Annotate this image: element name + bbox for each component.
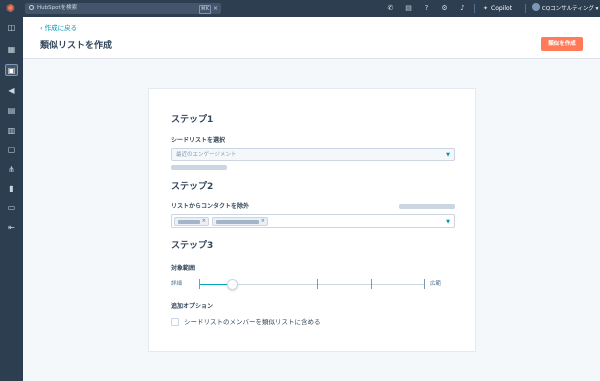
exclude-lists-label: リストからコンタクトを除外 <box>171 203 250 210</box>
seed-list-dropdown[interactable]: 最近のエンゲージメント ▼ <box>171 148 455 161</box>
top-navigation-bar: ✺ HubSpotを検索 ⌘K × ✆ ▤ ? ⚙ ♪ ✦ Copilot CQコ… <box>0 0 600 17</box>
remove-tag-icon[interactable]: × <box>261 218 265 225</box>
sales-icon[interactable]: ▥ <box>5 125 18 137</box>
settings-gear-icon[interactable]: ⚙ <box>440 4 449 13</box>
range-slider-tick <box>424 279 425 289</box>
tag-loading-placeholder <box>216 220 259 224</box>
remove-tag-icon[interactable]: × <box>202 218 206 225</box>
loading-placeholder <box>399 204 455 209</box>
caret-down-icon: ▼ <box>446 219 450 225</box>
avatar <box>532 3 540 11</box>
lookalike-form-card: ステップ1 シードリストを選択 最近のエンゲージメント ▼ ステップ2 リストか… <box>148 88 476 352</box>
back-link[interactable]: ‹ 作成に戻る <box>40 24 77 33</box>
copilot-sparkle-icon: ✦ <box>483 5 489 12</box>
range-min-label: 詳細 <box>171 281 183 287</box>
search-input[interactable]: HubSpotを検索 ⌘K × <box>25 3 221 14</box>
search-icon <box>29 5 34 10</box>
page-title: 類似リストを作成 <box>40 41 113 51</box>
range-slider-tick <box>317 279 318 289</box>
notifications-bell-icon[interactable]: ♪ <box>458 4 467 13</box>
step3-heading: ステップ3 <box>171 241 214 251</box>
hubspot-logo-icon[interactable]: ✺ <box>5 3 16 14</box>
seed-list-label: シードリストを選択 <box>171 137 226 144</box>
seed-list-value: 最近のエンゲージメント <box>176 152 237 158</box>
workspaces-grid-icon[interactable]: ▦ <box>5 44 18 56</box>
left-sidebar: ◫ ▦ ▣ ◀ ▤ ▥ ▢ ⋔ ▮ ▭ ⇤ <box>0 17 23 381</box>
page-header: ‹ 作成に戻る 類似リストを作成 類似を作成 <box>23 17 600 59</box>
toolbar-divider <box>525 4 526 13</box>
library-folder-icon[interactable]: ▭ <box>5 202 18 214</box>
exclude-lists-multiselect[interactable]: × × ▼ <box>171 214 455 228</box>
chevron-down-icon: ▾ <box>595 6 599 12</box>
range-label: 対象範囲 <box>171 265 196 272</box>
range-slider-tick <box>199 279 200 289</box>
content-icon[interactable]: ▤ <box>5 105 18 117</box>
step2-heading: ステップ2 <box>171 182 214 192</box>
account-name: CQコンサルティング <box>542 6 594 12</box>
service-icon[interactable]: ▢ <box>5 144 18 156</box>
collapse-sidebar-icon[interactable]: ⇤ <box>5 222 18 234</box>
bookmark-icon[interactable]: ◫ <box>5 22 18 34</box>
close-icon[interactable]: × <box>213 4 218 13</box>
include-seed-members-checkbox[interactable] <box>171 318 179 326</box>
copilot-label: Copilot <box>491 5 513 12</box>
back-link-label: 作成に戻る <box>44 24 78 32</box>
marketplace-icon[interactable]: ▤ <box>404 4 413 13</box>
tag-loading-placeholder <box>178 220 200 224</box>
range-max-label: 広範 <box>430 281 442 287</box>
range-slider-tick <box>371 279 372 289</box>
keyboard-shortcut-badge: ⌘K <box>198 5 211 14</box>
help-icon[interactable]: ? <box>422 4 431 13</box>
additional-options-label: 追加オプション <box>171 303 214 310</box>
selected-list-tag: × <box>212 217 268 226</box>
include-seed-members-label[interactable]: シードリストのメンバーを類似リストに含める <box>184 318 321 326</box>
copilot-button[interactable]: ✦ Copilot <box>483 3 512 14</box>
account-menu[interactable]: CQコンサルティング ▾ <box>532 3 598 15</box>
marketing-megaphone-icon[interactable]: ◀ <box>5 85 18 97</box>
range-slider-handle[interactable] <box>226 279 238 290</box>
search-placeholder: HubSpotを検索 <box>37 5 78 11</box>
toolbar-divider <box>474 4 475 13</box>
create-lookalike-button[interactable]: 類似を作成 <box>541 37 583 51</box>
crm-contacts-icon[interactable]: ▣ <box>5 64 18 76</box>
phone-icon[interactable]: ✆ <box>386 4 395 13</box>
reporting-chart-icon[interactable]: ▮ <box>5 183 18 195</box>
loading-placeholder <box>171 165 227 170</box>
caret-down-icon: ▼ <box>446 152 450 158</box>
step1-heading: ステップ1 <box>171 115 214 125</box>
automation-icon[interactable]: ⋔ <box>5 164 18 176</box>
selected-list-tag: × <box>174 217 209 226</box>
